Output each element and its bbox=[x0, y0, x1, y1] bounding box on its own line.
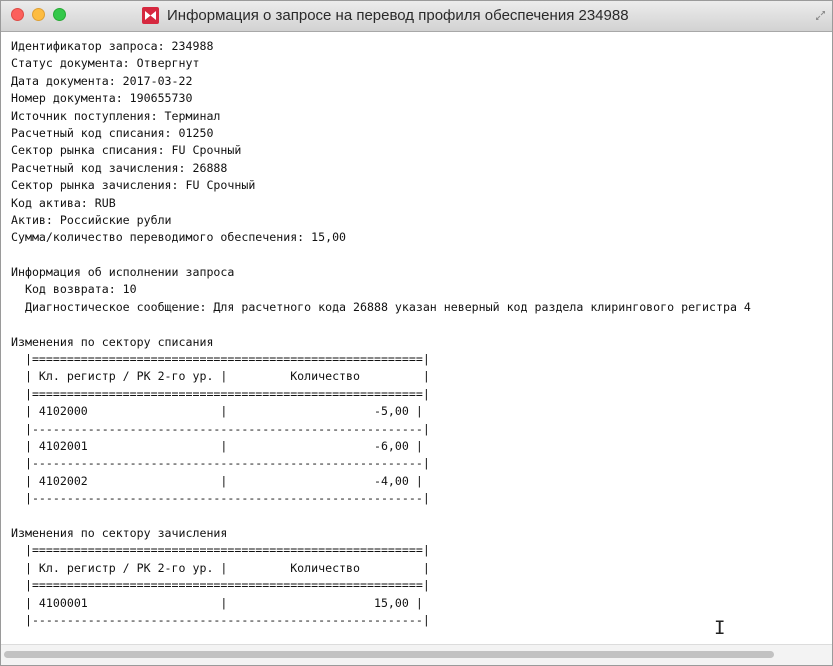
table-row: | 4100001 | 15,00 | bbox=[11, 595, 423, 610]
table-border: |=======================================… bbox=[11, 578, 430, 593]
debit-changes-section: Изменения по сектору списания |=========… bbox=[11, 334, 832, 508]
table-header-row: | Кл. регистр / РК 2-го ур. | Количество… bbox=[11, 560, 430, 575]
zoom-window-button[interactable] bbox=[53, 8, 66, 21]
asset-code-line: Код актива: RUB bbox=[11, 195, 116, 210]
text-cursor-icon: I bbox=[714, 617, 726, 639]
table-row: | 4102000 | -5,00 | bbox=[11, 404, 423, 419]
debit-sector-line: Сектор рынка списания: FU Срочный bbox=[11, 143, 242, 158]
table-border: |=======================================… bbox=[11, 386, 430, 401]
report-text-area[interactable]: Идентификатор запроса: 234988 Статус док… bbox=[11, 38, 832, 645]
fullscreen-icon[interactable] bbox=[815, 10, 826, 21]
execution-title: Информация об исполнении запроса bbox=[11, 265, 235, 280]
table-separator: |---------------------------------------… bbox=[11, 456, 430, 471]
table-border: |=======================================… bbox=[11, 543, 430, 558]
window-title: Информация о запросе на перевод профиля … bbox=[167, 7, 629, 24]
table-header-row: | Кл. регистр / РК 2-го ур. | Количество… bbox=[11, 369, 430, 384]
document-status-line: Статус документа: Отвергнут bbox=[11, 56, 200, 71]
diagnostic-message-line: Диагностическое сообщение: Для расчетног… bbox=[11, 299, 751, 314]
debit-section-title: Изменения по сектору списания bbox=[11, 334, 214, 349]
credit-changes-section: Изменения по сектору зачисления |=======… bbox=[11, 525, 832, 629]
close-window-button[interactable] bbox=[11, 8, 24, 21]
app-logo-icon bbox=[142, 7, 159, 24]
execution-info: Информация об исполнении запроса Код воз… bbox=[11, 264, 832, 316]
table-separator: |---------------------------------------… bbox=[11, 491, 430, 506]
table-row: | 4102001 | -6,00 | bbox=[11, 438, 423, 453]
request-details: Идентификатор запроса: 234988 Статус док… bbox=[11, 38, 832, 247]
asset-line: Актив: Российские рубли bbox=[11, 212, 172, 227]
table-separator: |---------------------------------------… bbox=[11, 612, 430, 627]
debit-code-line: Расчетный код списания: 01250 bbox=[11, 125, 214, 140]
table-border: |=======================================… bbox=[11, 352, 430, 367]
table-separator: |---------------------------------------… bbox=[11, 421, 430, 436]
request-id-line: Идентификатор запроса: 234988 bbox=[11, 39, 214, 53]
credit-sector-line: Сектор рынка зачисления: FU Срочный bbox=[11, 178, 256, 193]
table-row: | 4102002 | -4,00 | bbox=[11, 473, 423, 488]
credit-section-title: Изменения по сектору зачисления bbox=[11, 525, 228, 540]
title-bar[interactable]: Информация о запросе на перевод профиля … bbox=[1, 1, 832, 32]
horizontal-scrollbar[interactable] bbox=[1, 644, 832, 665]
credit-code-line: Расчетный код зачисления: 26888 bbox=[11, 160, 228, 175]
document-number-line: Номер документа: 190655730 bbox=[11, 91, 193, 106]
minimize-window-button[interactable] bbox=[32, 8, 45, 21]
scrollbar-thumb[interactable] bbox=[4, 651, 774, 658]
source-line: Источник поступления: Терминал bbox=[11, 108, 221, 123]
return-code-line: Код возврата: 10 bbox=[11, 282, 137, 297]
document-date-line: Дата документа: 2017-03-22 bbox=[11, 73, 193, 88]
amount-line: Сумма/количество переводимого обеспечени… bbox=[11, 230, 347, 245]
request-info-window: Информация о запросе на перевод профиля … bbox=[0, 0, 833, 666]
